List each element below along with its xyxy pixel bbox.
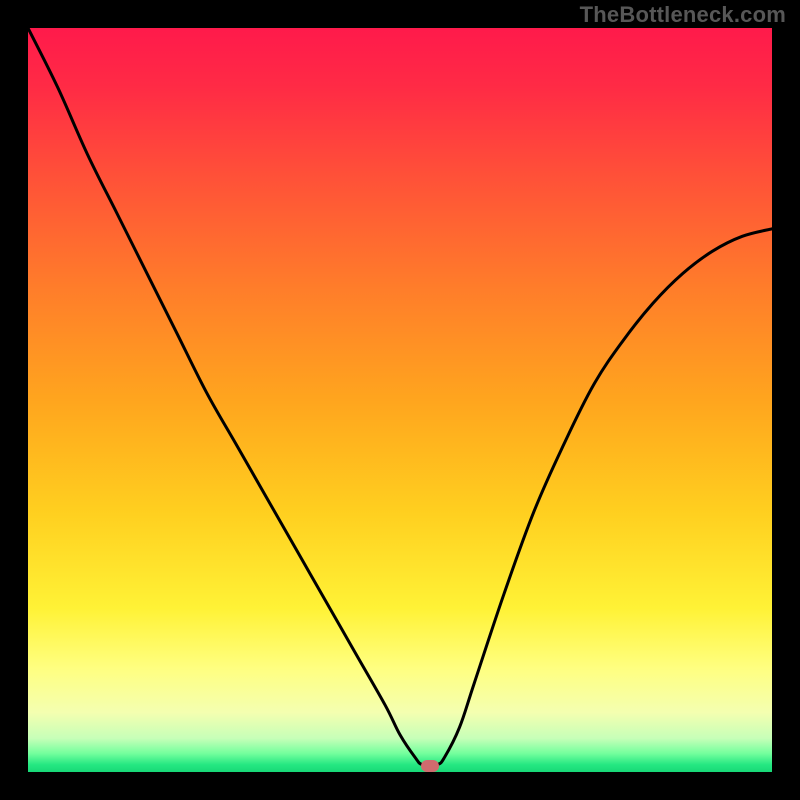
plot-svg	[28, 28, 772, 772]
watermark-text: TheBottleneck.com	[580, 2, 786, 28]
gradient-background	[28, 28, 772, 772]
optimal-point-marker	[421, 760, 439, 772]
chart-frame: TheBottleneck.com	[0, 0, 800, 800]
plot-area	[28, 28, 772, 772]
